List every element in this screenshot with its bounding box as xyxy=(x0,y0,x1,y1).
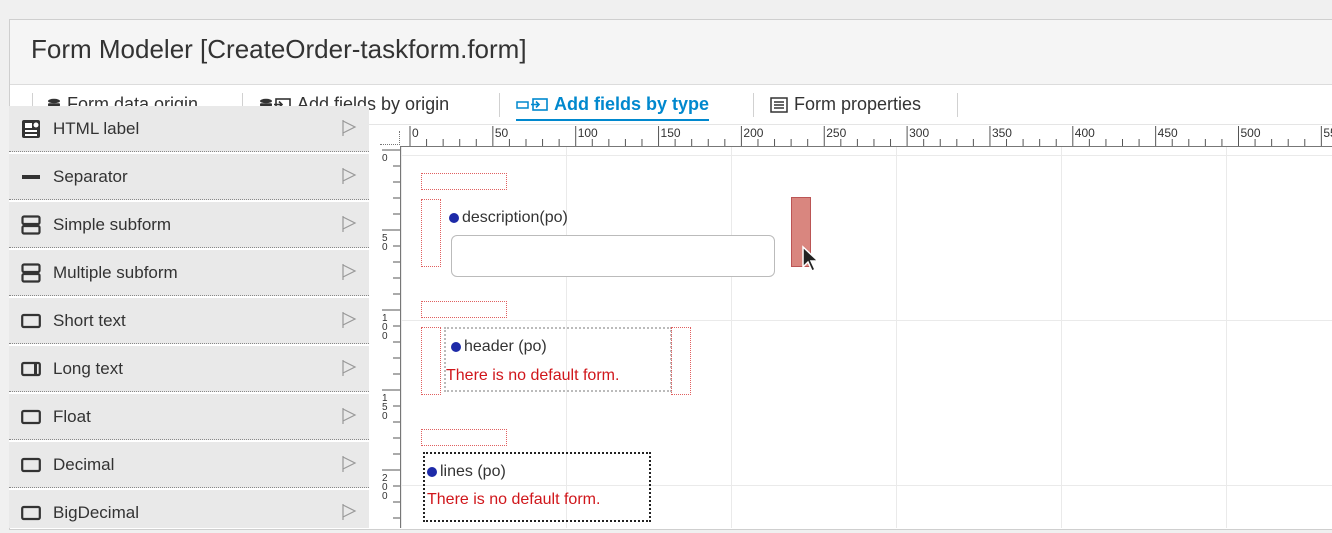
drop-placeholder[interactable] xyxy=(671,327,691,395)
ruler-label: 250 xyxy=(826,126,846,140)
ruler-label: 500 xyxy=(1241,126,1261,140)
separator-icon xyxy=(20,166,42,188)
flag-icon[interactable] xyxy=(341,503,357,526)
ruler-label: 100 xyxy=(578,126,598,140)
tab-label: Add fields by type xyxy=(554,94,710,114)
vertical-ruler-scale: 050100150200 xyxy=(382,149,400,519)
palette-item-bigdecimal[interactable]: BigDecimal xyxy=(9,490,369,528)
textbox-icon xyxy=(20,502,42,524)
form-properties-icon xyxy=(770,96,788,113)
ruler-label: 0 xyxy=(382,242,388,253)
ruler-label: 150 xyxy=(661,126,681,140)
palette-item-float[interactable]: Float xyxy=(9,394,369,440)
mouse-cursor-icon xyxy=(802,245,820,273)
drop-placeholder[interactable] xyxy=(421,173,507,190)
field-bullet-icon xyxy=(427,467,437,477)
palette-item-label: Separator xyxy=(53,166,128,186)
palette-item-multiple-subform[interactable]: Multiple subform xyxy=(9,250,369,296)
ruler-corner xyxy=(380,131,400,145)
ruler-label: 0 xyxy=(412,126,419,140)
palette-item-decimal[interactable]: Decimal xyxy=(9,442,369,488)
ruler-label: 0 xyxy=(382,331,388,342)
field-label-text: description(po) xyxy=(462,209,568,226)
field-label-text: header (po) xyxy=(464,338,547,355)
title-bar: Form Modeler [CreateOrder-taskform.form] xyxy=(10,20,1332,85)
field-label-header[interactable]: header (po) xyxy=(451,338,547,356)
ruler-label: 400 xyxy=(1075,126,1095,140)
flag-icon[interactable] xyxy=(341,167,357,190)
palette-item-separator[interactable]: Separator xyxy=(9,154,369,200)
tab-divider xyxy=(957,93,958,117)
ruler-label: 0 xyxy=(382,411,388,422)
field-label-description[interactable]: description(po) xyxy=(449,209,568,227)
flag-icon[interactable] xyxy=(341,359,357,382)
field-label-text: lines (po) xyxy=(440,463,506,480)
drop-placeholder[interactable] xyxy=(421,327,441,395)
palette-item-label: Decimal xyxy=(53,454,115,474)
palette-item-simple-subform[interactable]: Simple subform xyxy=(9,202,369,248)
page-title: Form Modeler [CreateOrder-taskform.form] xyxy=(31,34,527,64)
field-bullet-icon xyxy=(451,342,461,352)
field-type-palette: HTML label Separator Simple subform Mult… xyxy=(9,106,369,528)
drop-placeholder[interactable] xyxy=(421,429,507,446)
textarea-icon xyxy=(20,358,42,380)
textbox-icon xyxy=(20,454,42,476)
horizontal-ruler: 0 50 100 150 200 250 300 350 400 450 500 55 xyxy=(383,126,1332,147)
description-input[interactable] xyxy=(451,235,775,277)
flag-icon[interactable] xyxy=(341,407,357,430)
palette-item-short-text[interactable]: Short text xyxy=(9,298,369,344)
palette-item-label: HTML label xyxy=(53,118,140,138)
tab-divider xyxy=(753,93,754,117)
field-add-icon xyxy=(516,97,548,111)
flag-icon[interactable] xyxy=(341,119,357,142)
ruler-label: 55 xyxy=(1323,126,1332,140)
textbox-icon xyxy=(20,406,42,428)
ruler-label: 50 xyxy=(495,126,509,140)
tab-form-properties[interactable]: Form properties xyxy=(770,92,921,117)
flag-icon[interactable] xyxy=(341,311,357,334)
ruler-label: 450 xyxy=(1158,126,1178,140)
ruler-label: 0 xyxy=(382,153,388,164)
flag-icon[interactable] xyxy=(341,455,357,478)
palette-item-label: Multiple subform xyxy=(53,262,178,282)
tab-divider xyxy=(499,93,500,117)
subform-icon xyxy=(20,214,42,236)
ruler-label: 0 xyxy=(382,491,388,502)
palette-item-long-text[interactable]: Long text xyxy=(9,346,369,392)
palette-item-label: BigDecimal xyxy=(53,502,139,522)
palette-item-label: Short text xyxy=(53,310,126,330)
drop-placeholder[interactable] xyxy=(421,199,441,267)
subform-icon xyxy=(20,262,42,284)
drop-placeholder[interactable] xyxy=(421,301,507,318)
html-label-icon xyxy=(20,118,42,140)
vertical-ruler: 050100150200 xyxy=(378,146,401,528)
palette-item-label: Simple subform xyxy=(53,214,172,234)
field-error-lines: There is no default form. xyxy=(427,491,601,508)
flag-icon[interactable] xyxy=(341,263,357,286)
field-error-header: There is no default form. xyxy=(446,367,620,384)
form-canvas[interactable]: description(po) header (po) There is no … xyxy=(401,147,1332,528)
ruler-label: 350 xyxy=(992,126,1012,140)
tab-label: Form properties xyxy=(794,94,922,114)
tab-add-fields-by-type[interactable]: Add fields by type xyxy=(516,92,710,121)
palette-item-html-label[interactable]: HTML label xyxy=(9,106,369,152)
textbox-icon xyxy=(20,310,42,332)
flag-icon[interactable] xyxy=(341,215,357,238)
field-bullet-icon xyxy=(449,213,459,223)
horizontal-ruler-scale: 0 50 100 150 200 250 300 350 400 450 500 55 xyxy=(409,126,1332,146)
palette-item-label: Long text xyxy=(53,358,123,378)
ruler-label: 300 xyxy=(909,126,929,140)
palette-item-label: Float xyxy=(53,406,91,426)
field-label-lines[interactable]: lines (po) xyxy=(427,463,506,481)
ruler-label: 200 xyxy=(743,126,763,140)
